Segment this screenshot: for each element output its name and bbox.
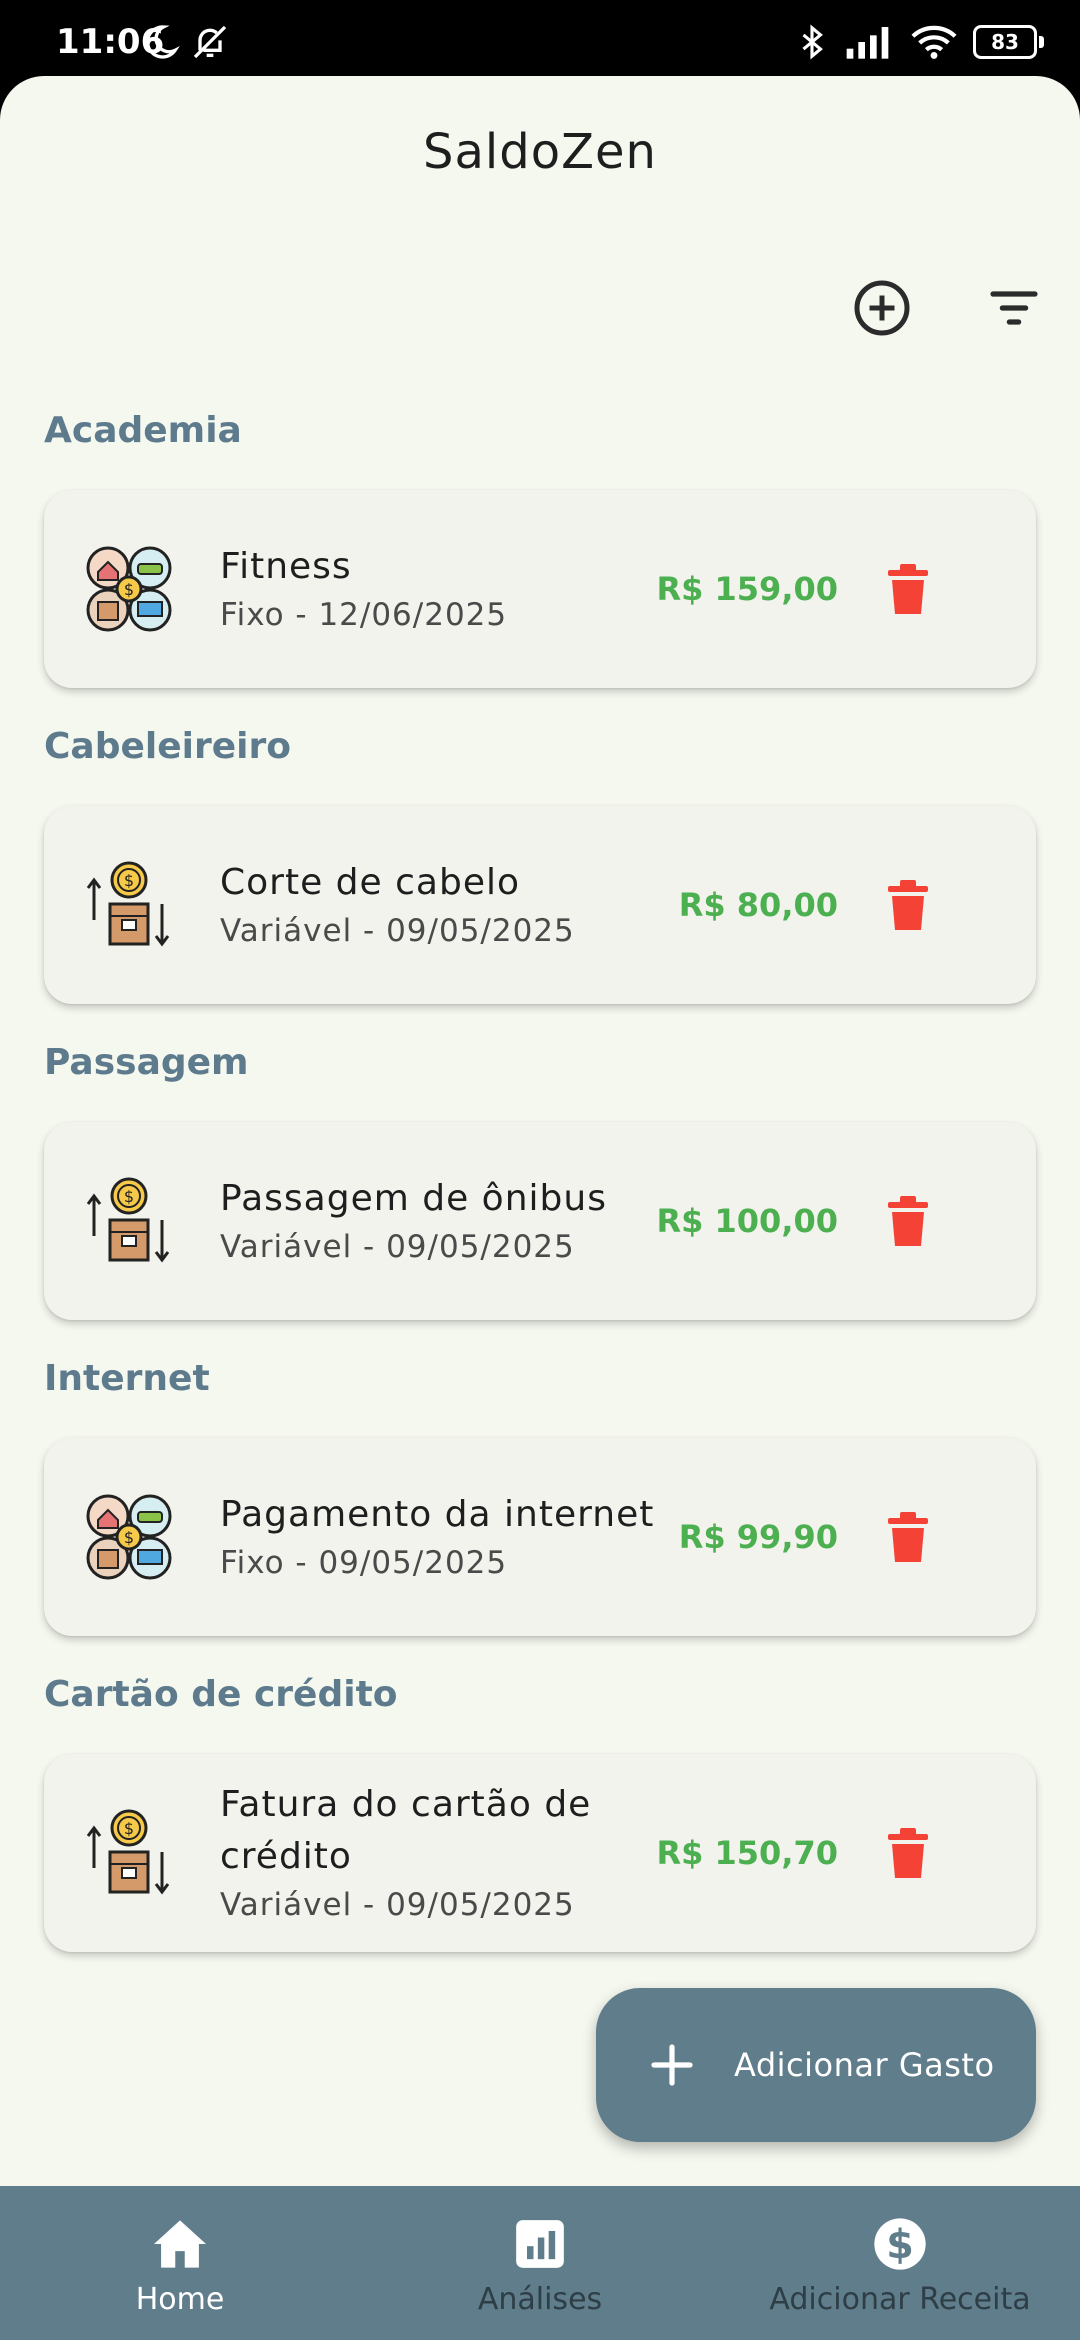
expense-subtitle: Fixo - 12/06/2025	[220, 597, 508, 633]
expense-card[interactable]: $ Passagem de ônibus Variável - 09/05/20…	[44, 1122, 1036, 1320]
expense-subtitle: Fixo - 09/05/2025	[220, 1545, 508, 1581]
trash-icon[interactable]	[880, 876, 936, 936]
app-screen: SaldoZen Academia $ Fitness Fixo - 12/06…	[0, 76, 1080, 2340]
wifi-icon	[911, 25, 957, 59]
svg-text:$: $	[124, 871, 134, 890]
expense-amount: R$ 150,70	[656, 1834, 838, 1872]
expense-name: Passagem de ônibus	[220, 1178, 607, 1219]
trash-icon[interactable]	[880, 1192, 936, 1252]
expense-amount: R$ 159,00	[656, 570, 838, 608]
svg-text:$: $	[124, 1819, 134, 1838]
expense-card[interactable]: $ Fitness Fixo - 12/06/2025 R$ 159,00	[44, 490, 1036, 688]
cashflow-icon: $	[84, 1808, 174, 1898]
add-expense-button[interactable]: Adicionar Gasto	[596, 1988, 1036, 2142]
section-title: Academia	[44, 410, 242, 451]
svg-text:$: $	[124, 580, 134, 599]
expense-subtitle: Variável - 09/05/2025	[220, 1887, 575, 1923]
nav-label-analytics: Análises	[477, 2282, 603, 2317]
add-expense-label: Adicionar Gasto	[734, 2046, 995, 2084]
trash-icon[interactable]	[880, 1508, 936, 1568]
nav-item-analytics[interactable]: Análises	[360, 2186, 720, 2340]
expense-card[interactable]: $ Fatura do cartão de crédito Variável -…	[44, 1754, 1036, 1952]
battery-indicator: 83	[973, 25, 1044, 59]
bills-icon: $	[84, 1492, 174, 1582]
svg-text:$: $	[124, 1528, 134, 1547]
bills-icon: $	[84, 544, 174, 634]
section-title: Cabeleireiro	[44, 726, 291, 767]
analytics-icon	[510, 2214, 570, 2274]
signal-icon	[846, 27, 889, 59]
bluetooth-icon	[802, 24, 823, 60]
cashflow-icon: $	[84, 1176, 174, 1266]
status-bar: 11:06 83	[0, 0, 1080, 80]
cashflow-icon: $	[84, 860, 174, 950]
expense-card[interactable]: $ Corte de cabelo Variável - 09/05/2025 …	[44, 806, 1036, 1004]
expense-amount: R$ 80,00	[678, 886, 838, 924]
nav-item-add-income[interactable]: $ Adicionar Receita	[720, 2186, 1080, 2340]
filter-list-icon[interactable]	[978, 272, 1050, 344]
expense-name: Corte de cabelo	[220, 862, 520, 903]
svg-text:$: $	[124, 1187, 134, 1206]
dollar-circle-icon: $	[870, 2214, 930, 2274]
section-title: Cartão de crédito	[44, 1674, 398, 1715]
expense-amount: R$ 99,90	[678, 1518, 838, 1556]
expense-name: Fitness	[220, 546, 352, 587]
moon-icon	[145, 25, 180, 59]
section-title: Internet	[44, 1358, 210, 1399]
nav-label-add-income: Adicionar Receita	[769, 2282, 1031, 2317]
battery-level: 83	[991, 30, 1019, 54]
expense-name: Fatura do cartão de crédito	[220, 1784, 592, 1877]
expense-amount: R$ 100,00	[656, 1202, 838, 1240]
add-circle-icon[interactable]	[846, 272, 918, 344]
home-icon	[150, 2214, 210, 2274]
expense-subtitle: Variável - 09/05/2025	[220, 913, 575, 949]
svg-text:$: $	[886, 2222, 914, 2268]
muted-bell-icon	[193, 25, 227, 59]
expense-card[interactable]: $ Pagamento da internet Fixo - 09/05/202…	[44, 1438, 1036, 1636]
section-title: Passagem	[44, 1042, 249, 1083]
bottom-navigation: Home Análises $ Adicionar Receita	[0, 2186, 1080, 2340]
trash-icon[interactable]	[880, 560, 936, 620]
expense-subtitle: Variável - 09/05/2025	[220, 1229, 575, 1265]
plus-icon	[651, 2044, 693, 2086]
nav-item-home[interactable]: Home	[0, 2186, 360, 2340]
nav-label-home: Home	[135, 2282, 225, 2317]
app-title: SaldoZen	[423, 124, 657, 180]
expense-name: Pagamento da internet	[220, 1494, 655, 1535]
trash-icon[interactable]	[880, 1824, 936, 1884]
